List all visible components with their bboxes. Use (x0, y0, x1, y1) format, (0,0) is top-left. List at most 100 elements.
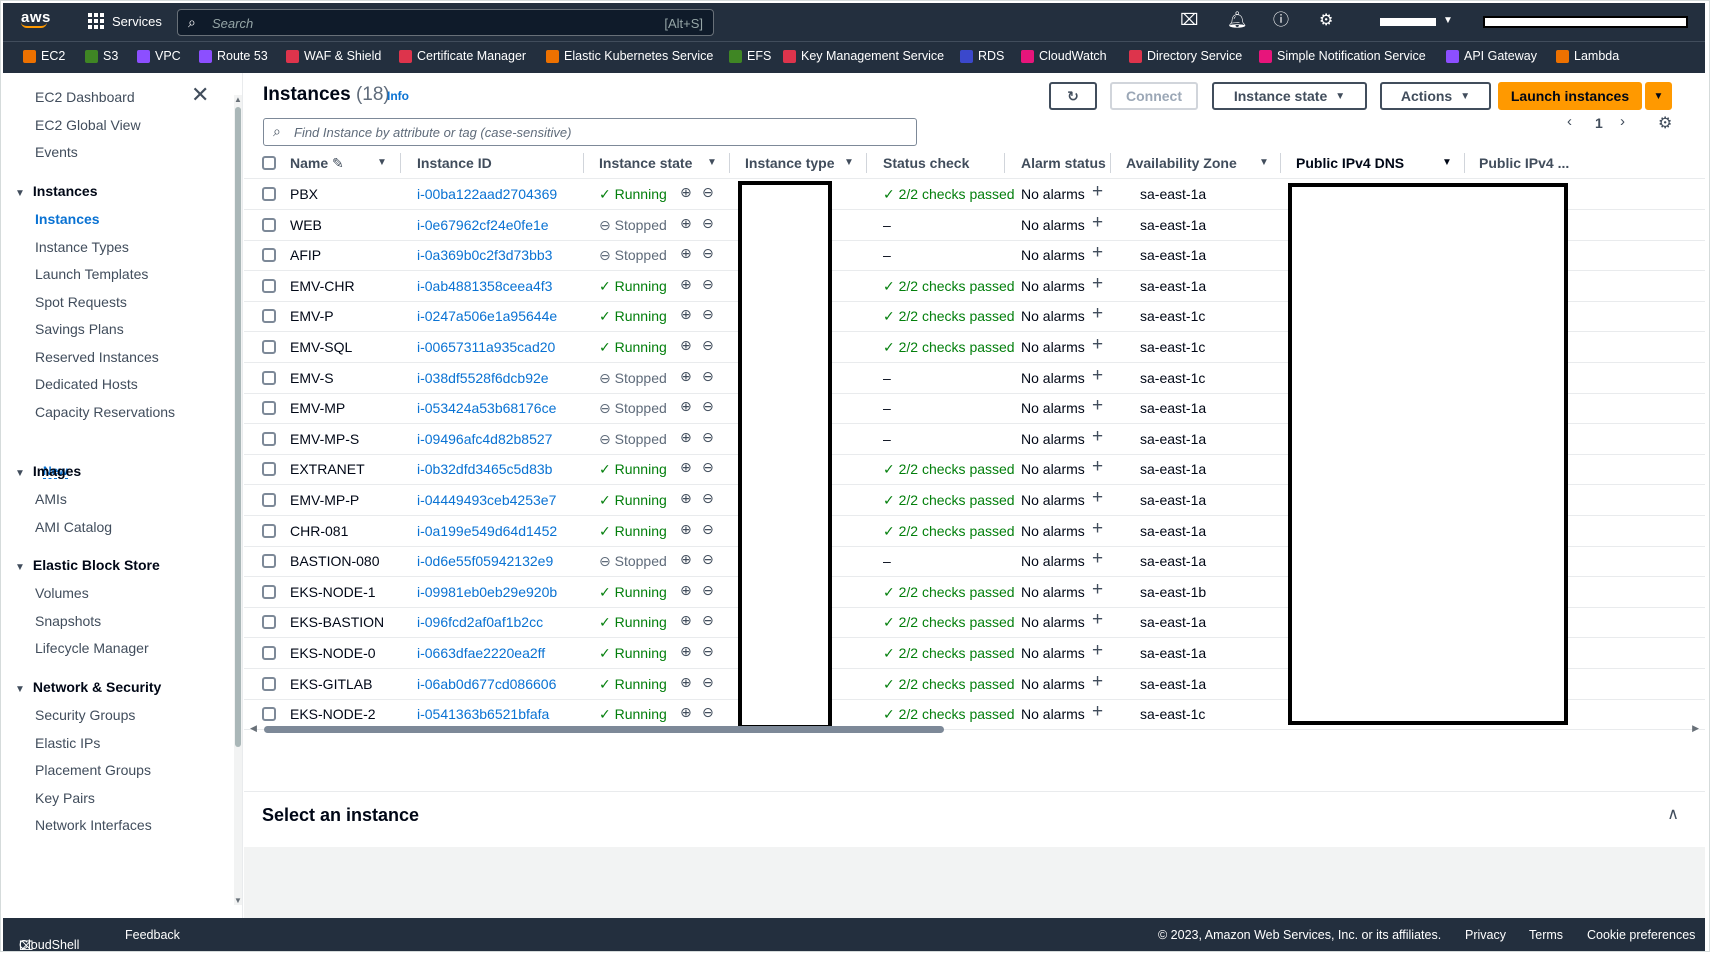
services-menu-button[interactable]: Services (88, 13, 162, 29)
row-checkbox[interactable] (262, 217, 276, 232)
instance-id-link[interactable]: i-0d6e55f05942132e9 (417, 553, 553, 569)
row-checkbox[interactable] (262, 554, 276, 569)
row-checkbox[interactable] (262, 646, 276, 660)
favorite-lambda[interactable]: Lambda (1556, 49, 1619, 63)
sidebar-item-key-pairs[interactable]: Key Pairs (35, 790, 95, 806)
row-checkbox[interactable] (262, 493, 276, 507)
add-alarm-plus-icon[interactable]: + (1092, 580, 1103, 599)
add-alarm-plus-icon[interactable]: + (1092, 519, 1103, 538)
details-split-panel[interactable]: Select an instance ∧ (244, 791, 1705, 847)
connect-button[interactable]: Connect (1110, 82, 1198, 110)
row-checkbox[interactable] (262, 431, 276, 446)
zoom-in-icon[interactable]: ⊕ (680, 429, 692, 446)
privacy-link[interactable]: Privacy (1465, 928, 1506, 942)
instance-id-link[interactable]: i-0b32dfd3465c5d83b (417, 461, 552, 477)
actions-dropdown[interactable]: Actions ▼ (1380, 82, 1491, 110)
favorite-elastic-kubernetes-service[interactable]: Elastic Kubernetes Service (546, 49, 713, 63)
sidebar-item-launch-templates[interactable]: Launch Templates (35, 266, 148, 282)
sidebar-item-ec2-global-view[interactable]: EC2 Global View (35, 117, 141, 133)
instance-state-dropdown[interactable]: Instance state ▼ (1212, 82, 1367, 110)
zoom-in-icon[interactable]: ⊕ (680, 337, 692, 354)
notifications-bell-icon[interactable]: 🔔︎ (1227, 13, 1247, 29)
help-icon[interactable]: ⓘ (1273, 13, 1289, 29)
sidebar-item-ec2-dashboard[interactable]: EC2 Dashboard (35, 89, 135, 105)
sidebar-item-dedicated-hosts[interactable]: Dedicated Hosts (35, 376, 138, 392)
close-icon[interactable]: ✕ (191, 84, 209, 106)
table-settings-gear-icon[interactable]: ⚙ (1658, 113, 1672, 133)
column-divider[interactable] (1110, 153, 1111, 173)
info-link[interactable]: Info (387, 89, 409, 103)
row-checkbox[interactable] (262, 401, 276, 416)
zoom-in-icon[interactable]: ⊕ (680, 459, 692, 476)
instance-id-link[interactable]: i-09981eb0eb29e920b (417, 584, 557, 600)
row-checkbox[interactable] (262, 187, 276, 201)
zoom-out-icon[interactable]: ⊖ (702, 245, 714, 262)
column-header-availability-zone[interactable]: Availability Zone (1126, 155, 1237, 171)
sidebar-scrollbar[interactable]: ▲ ▼ (234, 95, 242, 905)
zoom-in-icon[interactable]: ⊕ (680, 245, 692, 262)
add-alarm-plus-icon[interactable]: + (1092, 243, 1103, 262)
favorite-certificate-manager[interactable]: Certificate Manager (399, 49, 526, 63)
global-search-input[interactable]: ⌕ Search [Alt+S] (177, 9, 714, 36)
scroll-up-icon[interactable]: ▲ (234, 95, 242, 104)
terms-link[interactable]: Terms (1529, 928, 1563, 942)
zoom-in-icon[interactable]: ⊕ (680, 582, 692, 599)
row-checkbox[interactable] (262, 278, 276, 293)
zoom-out-icon[interactable]: ⊖ (702, 276, 714, 293)
zoom-in-icon[interactable]: ⊕ (680, 612, 692, 629)
instance-id-link[interactable]: i-038df5528f6dcb92e (417, 370, 549, 386)
favorite-simple-notification-service[interactable]: Simple Notification Service (1259, 49, 1426, 63)
launch-instances-button[interactable]: Launch instances (1498, 82, 1642, 110)
sidebar-item-snapshots[interactable]: Snapshots (35, 613, 101, 629)
aws-logo[interactable]: aws (21, 9, 51, 28)
cloudshell-icon[interactable]: ⌧ (1180, 13, 1198, 29)
sidebar-item-ami-catalog[interactable]: AMI Catalog (35, 519, 112, 535)
sidebar-item-spot-requests[interactable]: Spot Requests (35, 294, 127, 310)
sidebar-item-instance-types[interactable]: Instance Types (35, 239, 129, 255)
sort-caret-icon[interactable]: ▼ (1259, 157, 1269, 168)
column-header-public-ipv4[interactable]: Public IPv4 ... (1479, 155, 1569, 171)
favorite-rds[interactable]: RDS (960, 49, 1004, 63)
zoom-out-icon[interactable]: ⊖ (702, 398, 714, 415)
zoom-out-icon[interactable]: ⊖ (702, 368, 714, 385)
zoom-in-icon[interactable]: ⊕ (680, 184, 692, 201)
scroll-right-icon[interactable]: ▶ (1692, 723, 1699, 734)
row-checkbox[interactable] (262, 370, 276, 385)
sidebar-item-instances[interactable]: Instances (35, 211, 100, 227)
favorite-vpc[interactable]: VPC (137, 49, 181, 63)
instance-id-link[interactable]: i-096fcd2af0af1b2cc (417, 614, 543, 630)
favorite-api-gateway[interactable]: API Gateway (1446, 49, 1537, 63)
scrollbar-thumb[interactable] (264, 726, 944, 733)
favorite-directory-service[interactable]: Directory Service (1129, 49, 1242, 63)
column-divider[interactable] (1280, 153, 1281, 173)
row-checkbox[interactable] (262, 462, 276, 477)
favorite-efs[interactable]: EFS (729, 49, 771, 63)
favorite-route-53[interactable]: Route 53 (199, 49, 268, 63)
zoom-out-icon[interactable]: ⊖ (702, 490, 714, 507)
favorite-waf-shield[interactable]: WAF & Shield (286, 49, 381, 63)
add-alarm-plus-icon[interactable]: + (1092, 274, 1103, 293)
column-divider[interactable] (866, 153, 867, 173)
scroll-down-icon[interactable]: ▼ (234, 896, 242, 905)
zoom-in-icon[interactable]: ⊕ (680, 276, 692, 293)
sidebar-section-network-security[interactable]: ▼ Network & Security (15, 679, 161, 695)
cookie-preferences-link[interactable]: Cookie preferences (1587, 928, 1695, 942)
sidebar-item-network-interfaces[interactable]: Network Interfaces (35, 817, 152, 833)
add-alarm-plus-icon[interactable]: + (1092, 366, 1103, 385)
add-alarm-plus-icon[interactable]: + (1092, 457, 1103, 476)
zoom-out-icon[interactable]: ⊖ (702, 704, 714, 721)
instance-id-link[interactable]: i-0541363b6521bfafa (417, 706, 549, 722)
page-number[interactable]: 1 (1595, 115, 1603, 131)
row-checkbox[interactable] (262, 676, 276, 691)
zoom-out-icon[interactable]: ⊖ (702, 612, 714, 629)
add-alarm-plus-icon[interactable]: + (1092, 672, 1103, 691)
column-header-instance-state[interactable]: Instance state (599, 155, 692, 171)
sort-caret-icon[interactable]: ▼ (377, 157, 387, 168)
select-all-checkbox[interactable] (262, 156, 276, 170)
instance-id-link[interactable]: i-04449493ceb4253e7 (417, 492, 556, 508)
instance-id-link[interactable]: i-06ab0d677cd086606 (417, 676, 556, 692)
sort-caret-icon[interactable]: ▼ (844, 157, 854, 168)
zoom-in-icon[interactable]: ⊕ (680, 490, 692, 507)
zoom-out-icon[interactable]: ⊖ (702, 337, 714, 354)
sort-caret-icon[interactable]: ▼ (707, 157, 717, 168)
